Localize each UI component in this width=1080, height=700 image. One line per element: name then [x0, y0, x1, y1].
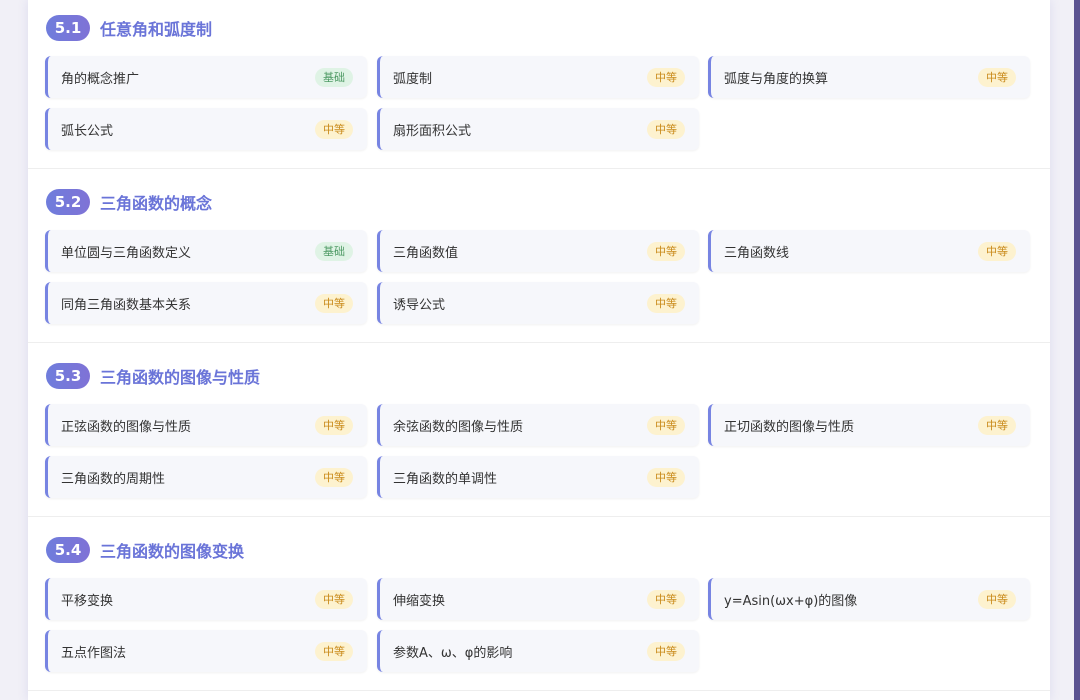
topic-label: 弧长公式: [61, 123, 114, 139]
difficulty-badge: 中等: [315, 467, 353, 487]
topic-card[interactable]: 正弦函数的图像与性质 中等: [45, 404, 367, 446]
topic-label: 平移变换: [61, 593, 114, 609]
topic-card[interactable]: 伸缩变换 中等: [377, 578, 699, 620]
topic-card[interactable]: 诱导公式 中等: [377, 282, 699, 324]
difficulty-badge: 中等: [978, 415, 1016, 435]
section-divider: [28, 168, 1050, 169]
difficulty-badge: 中等: [315, 641, 353, 661]
topic-label: 同角三角函数基本关系: [61, 297, 192, 313]
topic-card[interactable]: 扇形面积公式 中等: [377, 108, 699, 150]
topic-card[interactable]: 弧度与角度的换算 中等: [708, 56, 1030, 98]
topic-card[interactable]: 三角函数线 中等: [708, 230, 1030, 272]
difficulty-badge: 中等: [315, 589, 353, 609]
section-number-badge: 5.3: [46, 363, 90, 389]
difficulty-badge: 中等: [978, 589, 1016, 609]
difficulty-badge: 中等: [978, 241, 1016, 261]
topic-card[interactable]: 平移变换 中等: [45, 578, 367, 620]
topic-label: 余弦函数的图像与性质: [393, 419, 524, 435]
section-header: 5.3 三角函数的图像与性质: [46, 361, 260, 391]
topic-card[interactable]: 参数A、ω、φ的影响 中等: [377, 630, 699, 672]
topic-label: 三角函数的周期性: [61, 471, 166, 487]
difficulty-badge: 中等: [647, 67, 685, 87]
topic-label: y=Asin(ωx+φ)的图像: [724, 593, 858, 609]
section-title: 三角函数的图像与性质: [100, 368, 261, 387]
topic-card[interactable]: 弧长公式 中等: [45, 108, 367, 150]
topic-label: 正切函数的图像与性质: [724, 419, 855, 435]
difficulty-badge: 中等: [647, 119, 685, 139]
difficulty-badge: 中等: [647, 293, 685, 313]
section-divider: [28, 690, 1050, 691]
section-divider: [28, 342, 1050, 343]
topic-label: 角的概念推广: [61, 71, 140, 87]
difficulty-badge: 中等: [978, 67, 1016, 87]
section-header: 5.4 三角函数的图像变换: [46, 535, 244, 565]
difficulty-badge: 基础: [315, 241, 353, 261]
chapter-panel: 5.1 任意角和弧度制 角的概念推广 基础 弧度制 中等 弧度与角度的换算 中等 弧长公式 中等扇…: [28, 0, 1050, 700]
topic-card[interactable]: 同角三角函数基本关系 中等: [45, 282, 367, 324]
topic-card[interactable]: 角的概念推广 基础: [45, 56, 367, 98]
difficulty-badge: 基础: [315, 67, 353, 87]
topic-label: 三角函数线: [724, 245, 790, 261]
difficulty-badge: 中等: [647, 641, 685, 661]
topic-label: 弧度与角度的换算: [724, 71, 829, 87]
section-number-badge: 5.4: [46, 537, 90, 563]
section-divider: [28, 516, 1050, 517]
difficulty-badge: 中等: [647, 241, 685, 261]
topic-label: 诱导公式: [393, 297, 446, 313]
section-title: 任意角和弧度制: [100, 20, 213, 39]
topic-label: 三角函数的单调性: [393, 471, 498, 487]
topic-card[interactable]: 三角函数的周期性 中等: [45, 456, 367, 498]
topic-card[interactable]: 余弦函数的图像与性质 中等: [377, 404, 699, 446]
topic-card[interactable]: 五点作图法 中等: [45, 630, 367, 672]
section-title: 三角函数的概念: [100, 194, 213, 213]
topic-label: 正弦函数的图像与性质: [61, 419, 192, 435]
difficulty-badge: 中等: [647, 589, 685, 609]
topic-card[interactable]: 三角函数的单调性 中等: [377, 456, 699, 498]
topic-card[interactable]: 弧度制 中等: [377, 56, 699, 98]
difficulty-badge: 中等: [647, 467, 685, 487]
topic-card[interactable]: 正切函数的图像与性质 中等: [708, 404, 1030, 446]
topic-label: 参数A、ω、φ的影响: [393, 645, 513, 661]
topic-label: 单位圆与三角函数定义: [61, 245, 192, 261]
section-header: 5.1 任意角和弧度制: [46, 13, 212, 43]
difficulty-badge: 中等: [315, 119, 353, 139]
section-header: 5.2 三角函数的概念: [46, 187, 212, 217]
window-edge: [1074, 0, 1080, 700]
section-number-badge: 5.1: [46, 15, 90, 41]
topic-label: 伸缩变换: [393, 593, 446, 609]
topic-card[interactable]: y=Asin(ωx+φ)的图像 中等: [708, 578, 1030, 620]
section-title: 三角函数的图像变换: [100, 542, 245, 561]
section-number-badge: 5.2: [46, 189, 90, 215]
topic-label: 弧度制: [393, 71, 433, 87]
topic-label: 三角函数值: [393, 245, 459, 261]
topic-card[interactable]: 单位圆与三角函数定义 基础: [45, 230, 367, 272]
difficulty-badge: 中等: [315, 415, 353, 435]
difficulty-badge: 中等: [647, 415, 685, 435]
difficulty-badge: 中等: [315, 293, 353, 313]
topic-label: 扇形面积公式: [393, 123, 472, 139]
topic-card[interactable]: 三角函数值 中等: [377, 230, 699, 272]
topic-label: 五点作图法: [61, 645, 127, 661]
